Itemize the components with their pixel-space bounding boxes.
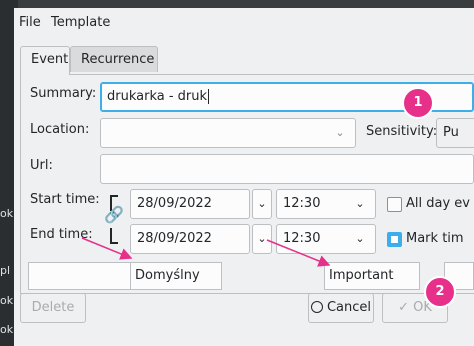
start-time-combobox[interactable]: 12:30 ⌄	[276, 189, 376, 219]
blank-field[interactable]	[28, 262, 132, 290]
event-editor-dialog: File Template Event Recurrence Summary: …	[14, 8, 474, 346]
all-day-checkbox[interactable]	[387, 197, 402, 212]
annotation-badge-2: 2	[424, 276, 456, 308]
location-combobox[interactable]: ⌄	[100, 118, 356, 148]
check-icon: ✓	[398, 300, 409, 315]
end-date-value: 28/09/2022	[137, 231, 212, 246]
chevron-down-icon: ⌄	[355, 197, 365, 210]
mark-time-label: Mark tim	[406, 231, 464, 246]
annotation-badge-1: 1	[402, 87, 434, 119]
start-date-input[interactable]: 28/09/2022	[130, 189, 250, 219]
summary-value: drukarka - druk	[107, 89, 208, 104]
url-label: Url:	[30, 158, 53, 173]
chevron-down-icon: ⌄	[335, 126, 345, 139]
end-date-picker-button[interactable]: ⌄	[252, 224, 272, 254]
delete-button[interactable]: Delete	[20, 293, 86, 323]
start-time-label: Start time:	[30, 192, 100, 207]
url-input[interactable]	[100, 154, 474, 184]
menubar: File Template	[14, 8, 474, 34]
chevron-down-icon: ⌄	[355, 232, 365, 245]
link-icon[interactable]: 🔗	[104, 205, 124, 224]
location-label: Location:	[30, 122, 90, 137]
chevron-down-icon: ⌄	[257, 197, 267, 210]
end-time-value: 12:30	[283, 231, 321, 246]
sensitivity-label: Sensitivity:	[366, 124, 438, 139]
start-time-value: 12:30	[283, 196, 321, 211]
end-date-input[interactable]: 28/09/2022	[130, 224, 250, 254]
cancel-icon	[310, 301, 323, 313]
summary-label: Summary:	[30, 86, 97, 101]
cancel-label: Cancel	[326, 300, 372, 315]
cancel-button[interactable]: Cancel	[308, 293, 374, 323]
end-time-combobox[interactable]: 12:30 ⌄	[276, 224, 376, 254]
chevron-down-icon: ⌄	[257, 232, 267, 245]
start-date-value: 28/09/2022	[137, 196, 212, 211]
mark-time-checkbox[interactable]	[387, 232, 402, 247]
calendar-field[interactable]: Domyślny	[130, 262, 222, 290]
all-day-label: All day ev	[406, 196, 470, 211]
calendar-value: Domyślny	[135, 268, 200, 283]
sensitivity-value: Pu	[443, 125, 459, 140]
link-bracket-bottom	[110, 228, 118, 244]
tab-event[interactable]: Event	[20, 46, 70, 75]
sensitivity-combobox[interactable]: Pu	[436, 118, 474, 148]
menu-template[interactable]: Template	[51, 15, 110, 30]
menu-file[interactable]: File	[19, 15, 41, 30]
tab-recurrence[interactable]: Recurrence	[70, 46, 158, 72]
priority-field[interactable]: Important	[324, 262, 420, 290]
start-date-picker-button[interactable]: ⌄	[252, 189, 272, 219]
end-time-label: End time:	[30, 227, 93, 242]
priority-value: Important	[329, 268, 394, 283]
